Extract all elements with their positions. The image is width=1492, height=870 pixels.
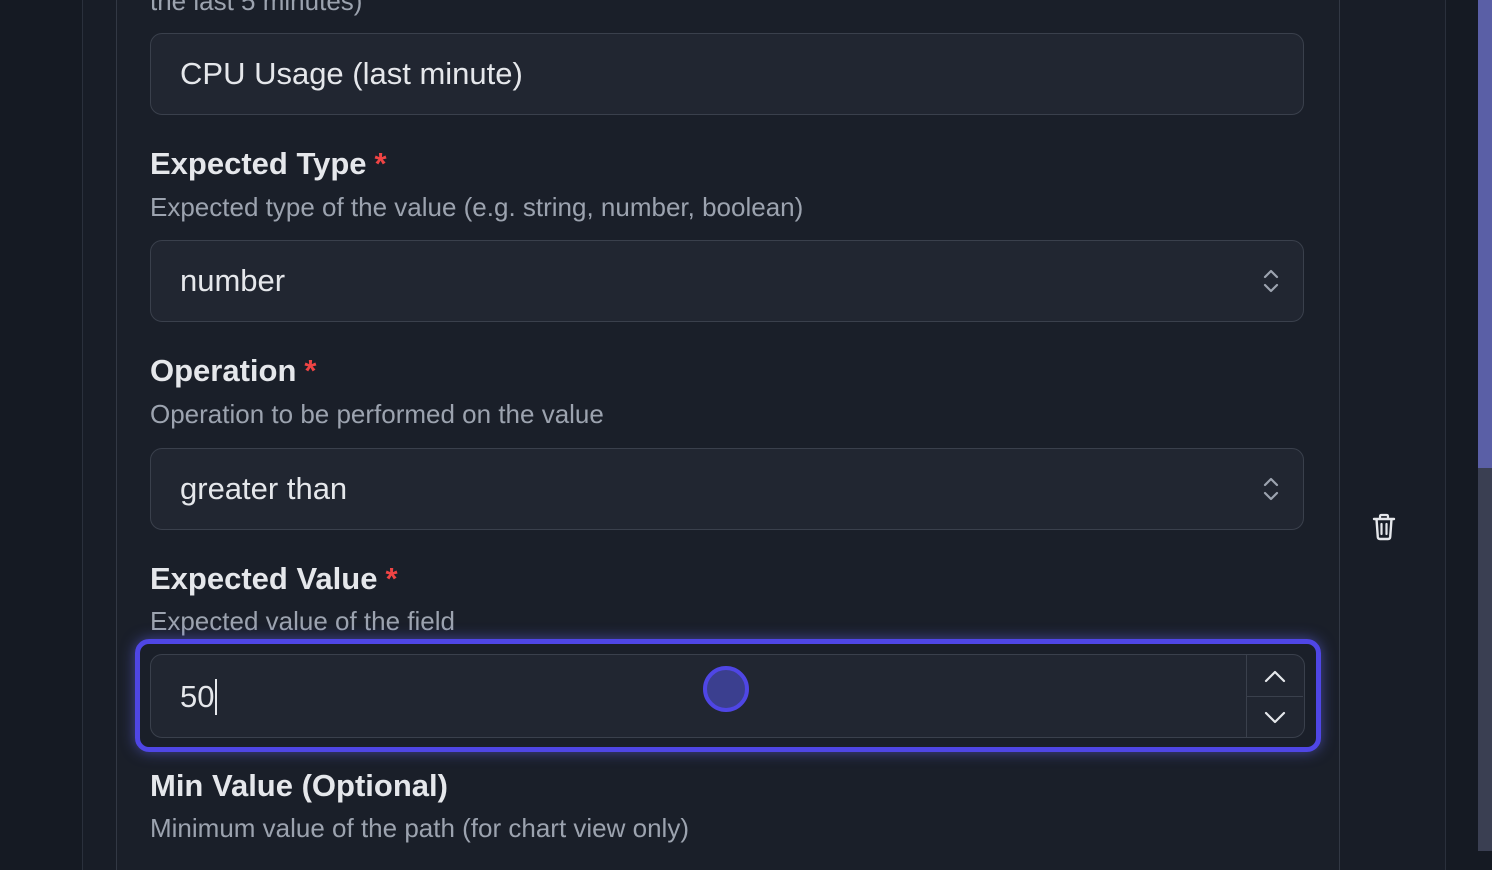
scrollbar-track[interactable] xyxy=(1478,0,1492,851)
scrollbar-thumb[interactable] xyxy=(1478,0,1492,468)
text-caret xyxy=(215,679,218,715)
expected-value-label-text: Expected Value xyxy=(150,561,378,596)
operation-label: Operation * xyxy=(150,353,316,389)
min-value-label: Min Value (Optional) xyxy=(150,768,448,803)
select-arrows-icon xyxy=(1263,269,1279,293)
previous-field-description: the last 5 minutes) xyxy=(150,0,363,16)
number-stepper[interactable] xyxy=(1246,655,1304,737)
required-marker: * xyxy=(385,561,398,596)
chevron-up-icon xyxy=(1264,670,1286,682)
expected-type-label-text: Expected Type xyxy=(150,146,367,181)
required-marker: * xyxy=(304,353,317,388)
expected-value-label: Expected Value * xyxy=(150,561,398,597)
trash-icon[interactable] xyxy=(1371,513,1397,541)
min-value-description: Minimum value of the path (for chart vie… xyxy=(150,813,689,843)
decrement-button[interactable] xyxy=(1247,697,1303,737)
expected-value-number: 50 xyxy=(180,679,215,714)
expected-value-description: Expected value of the field xyxy=(150,606,455,636)
expected-value-text: 50 xyxy=(180,655,218,737)
expected-type-description: Expected type of the value (e.g. string,… xyxy=(150,192,804,222)
check-name-value: CPU Usage (last minute) xyxy=(180,56,523,91)
expected-type-label: Expected Type * xyxy=(150,146,387,182)
increment-button[interactable] xyxy=(1247,655,1303,697)
chevron-down-icon xyxy=(1264,711,1286,723)
expected-type-select[interactable]: number xyxy=(150,240,1304,322)
operation-select[interactable]: greater than xyxy=(150,448,1304,530)
operation-label-text: Operation xyxy=(150,353,297,388)
pointer-indicator xyxy=(703,666,749,712)
operation-description: Operation to be performed on the value xyxy=(150,399,604,429)
required-marker: * xyxy=(374,146,387,181)
check-name-input[interactable]: CPU Usage (last minute) xyxy=(150,33,1304,115)
operation-selected: greater than xyxy=(180,471,348,506)
expected-type-selected: number xyxy=(180,263,286,298)
select-arrows-icon xyxy=(1263,477,1279,501)
